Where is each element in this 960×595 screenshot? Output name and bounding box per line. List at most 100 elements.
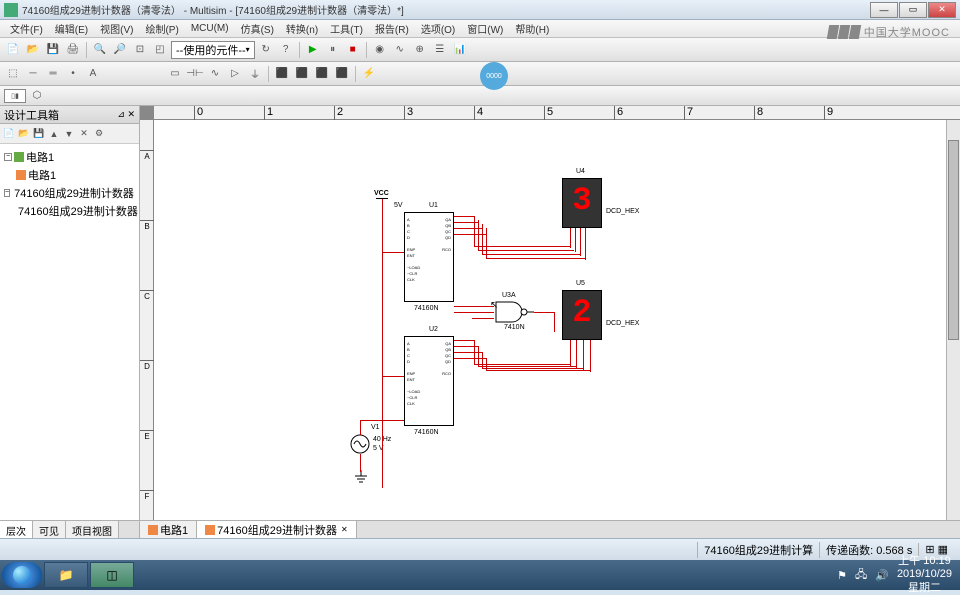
canvas-tabs: 电路1 74160组成29进制计数器✕: [140, 520, 960, 538]
tray-clock[interactable]: 上午 10:19 2019/10/29 星期二: [897, 555, 952, 595]
l-icon[interactable]: ∿: [206, 65, 224, 83]
menu-reports[interactable]: 报告(R): [369, 21, 415, 36]
refresh-icon[interactable]: ↻: [257, 41, 275, 59]
tree-prop-icon[interactable]: ⚙: [92, 127, 106, 141]
nand-gate[interactable]: [494, 300, 534, 324]
ic4-icon[interactable]: ⬛: [333, 65, 351, 83]
menu-view[interactable]: 视图(V): [94, 21, 139, 36]
tree-new-icon[interactable]: 📄: [2, 127, 16, 141]
stop-icon[interactable]: ■: [344, 41, 362, 59]
start-button[interactable]: [2, 562, 42, 588]
u2-chip[interactable]: ABCDENPENT~LOAD~CLRCLK QAQBQCQDRCO: [404, 336, 454, 426]
probe-icon[interactable]: ◉: [371, 41, 389, 59]
pause-icon[interactable]: ⏸: [324, 41, 342, 59]
canvas-tab[interactable]: 74160组成29进制计数器✕: [197, 521, 357, 538]
sidetab-visible[interactable]: 可见: [33, 521, 66, 538]
system-tray[interactable]: ⚑ 🖧 🔊 上午 10:19 2019/10/29 星期二: [837, 555, 958, 595]
close-button[interactable]: ✕: [928, 2, 956, 18]
tray-net-icon[interactable]: 🖧: [855, 566, 867, 585]
component-combo[interactable]: --使用的元件--: [171, 41, 255, 59]
gnd-icon[interactable]: ⏚: [246, 65, 264, 83]
tree-item: 74160组成29进制计数器（清零法）: [4, 202, 135, 220]
tree-down-icon[interactable]: ▼: [62, 127, 76, 141]
menu-file[interactable]: 文件(F): [4, 21, 49, 36]
toolbar-3: ▯▮ ⬡: [0, 86, 960, 106]
print-icon[interactable]: 🖨: [64, 41, 82, 59]
tray-flag-icon[interactable]: ⚑: [837, 569, 847, 582]
menubar: 文件(F) 编辑(E) 视图(V) 绘制(P) MCU(M) 仿真(S) 转换(…: [0, 20, 960, 38]
bus-icon[interactable]: ═: [44, 65, 62, 83]
u1-chip[interactable]: ABCDENPENT~LOAD~CLRCLK QAQBQCQDRCO: [404, 212, 454, 302]
sidebar-tabs: 层次 可见 项目视图: [0, 520, 139, 538]
ground-icon[interactable]: [354, 470, 368, 484]
bubble-indicator: 0000: [480, 62, 508, 90]
u4-display[interactable]: 3: [562, 178, 602, 228]
status-grid-icon[interactable]: ⊞ ▦: [918, 543, 954, 556]
zoom-out-icon[interactable]: 🔎: [111, 41, 129, 59]
zoom-area-icon[interactable]: ◰: [151, 41, 169, 59]
maximize-button[interactable]: ▭: [899, 2, 927, 18]
menu-draw[interactable]: 绘制(P): [139, 21, 184, 36]
v1-source[interactable]: [350, 434, 370, 454]
canvas-tab[interactable]: 电路1: [140, 521, 197, 538]
statusbar: 74160组成29进制计算 传递函数: 0.568 s ⊞ ▦: [0, 538, 960, 560]
analysis-icon[interactable]: ☰: [431, 41, 449, 59]
sidebar-pin-icon[interactable]: ⊿ ✕: [117, 109, 135, 120]
minimize-button[interactable]: —: [870, 2, 898, 18]
menu-options[interactable]: 选项(O): [415, 21, 461, 36]
r-icon[interactable]: ▭: [166, 65, 184, 83]
cursor-icon: ↖: [490, 300, 498, 311]
menu-edit[interactable]: 编辑(E): [49, 21, 94, 36]
task-explorer[interactable]: 📁: [44, 562, 88, 588]
schematic-canvas[interactable]: VCC 5V U1 ABCDENPENT~LOAD~CLRCLK QAQBQCQ…: [154, 120, 960, 520]
watermark: 中国大学MOOC: [828, 24, 950, 40]
vcc-val: 5V: [394, 202, 403, 209]
meter-icon[interactable]: ⊕: [411, 41, 429, 59]
design-tree[interactable]: −电路1 电路1 −74160组成29进制计数器（清零法） 74160组成29进…: [0, 144, 139, 520]
c-icon[interactable]: ⊣⊢: [186, 65, 204, 83]
d-icon[interactable]: ▷: [226, 65, 244, 83]
sim-icon[interactable]: ⚡: [360, 65, 378, 83]
tree-open-icon[interactable]: 📂: [17, 127, 31, 141]
sidetab-project[interactable]: 项目视图: [66, 521, 119, 538]
menu-tools[interactable]: 工具(T): [324, 21, 369, 36]
junction-icon[interactable]: •: [64, 65, 82, 83]
task-multisim[interactable]: ◫: [90, 562, 134, 588]
ic3-icon[interactable]: ⬛: [313, 65, 331, 83]
u4-ref: U4: [576, 168, 585, 175]
u5-part: DCD_HEX: [606, 320, 639, 327]
menu-simulate[interactable]: 仿真(S): [235, 21, 280, 36]
close-tab-icon[interactable]: ✕: [341, 525, 348, 534]
menu-mcu[interactable]: MCU(M): [185, 23, 235, 34]
ruler-horizontal: 0 1 2 3 4 5 6 7 8 9: [154, 106, 960, 120]
switch-icon[interactable]: ▯▮: [4, 89, 26, 103]
tree-del-icon[interactable]: ✕: [77, 127, 91, 141]
menu-help[interactable]: 帮助(H): [509, 21, 555, 36]
tree-up-icon[interactable]: ▲: [47, 127, 61, 141]
help-icon[interactable]: ?: [277, 41, 295, 59]
scrollbar-vertical[interactable]: [946, 120, 960, 520]
zoom-fit-icon[interactable]: ⊡: [131, 41, 149, 59]
new-icon[interactable]: 📄: [4, 41, 22, 59]
sidebar-header: 设计工具箱 ⊿ ✕: [0, 106, 139, 124]
ic2-icon[interactable]: ⬛: [293, 65, 311, 83]
graph-icon[interactable]: 📊: [451, 41, 469, 59]
menu-transfer[interactable]: 转换(n): [280, 21, 324, 36]
menu-window[interactable]: 窗口(W): [461, 21, 509, 36]
u2-part: 74160N: [414, 429, 439, 436]
place-icon[interactable]: ⬚: [4, 65, 22, 83]
tree-save-icon[interactable]: 💾: [32, 127, 46, 141]
text-icon[interactable]: A: [84, 65, 102, 83]
net-icon[interactable]: ⬡: [28, 87, 46, 105]
wire-icon[interactable]: ─: [24, 65, 42, 83]
run-icon[interactable]: ▶: [304, 41, 322, 59]
save-icon[interactable]: 💾: [44, 41, 62, 59]
sidetab-hierarchy[interactable]: 层次: [0, 521, 33, 538]
tray-vol-icon[interactable]: 🔊: [875, 569, 889, 582]
scope-icon[interactable]: ∿: [391, 41, 409, 59]
ic1-icon[interactable]: ⬛: [273, 65, 291, 83]
zoom-in-icon[interactable]: 🔍: [91, 41, 109, 59]
open-icon[interactable]: 📂: [24, 41, 42, 59]
u5-ref: U5: [576, 280, 585, 287]
u5-display[interactable]: 2: [562, 290, 602, 340]
